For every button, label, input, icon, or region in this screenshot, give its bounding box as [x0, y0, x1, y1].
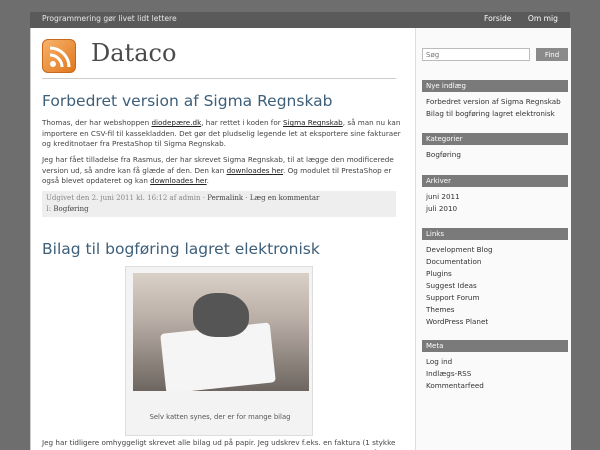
nav-forside[interactable]: Forside [484, 14, 511, 23]
sidebar-heading-categories: Kategorier [422, 133, 568, 145]
recent-post-1[interactable]: Forbedret version af Sigma Regnskab [426, 97, 561, 106]
post-title-1[interactable]: Forbedret version af Sigma Regnskab [42, 92, 332, 110]
sidebar-heading-recent: Nye indlæg [422, 80, 568, 92]
meta-comments-feed[interactable]: Kommentarfeed [426, 381, 484, 390]
recent-post-2[interactable]: Bilag til bogføring lagret elektronisk [426, 109, 555, 118]
sidebar-heading-meta: Meta [422, 340, 568, 352]
permalink-link[interactable]: Permalink [207, 194, 243, 202]
link-wordpress-planet[interactable]: WordPress Planet [426, 317, 488, 326]
post-title-2[interactable]: Bilag til bogføring lagret elektronisk [42, 240, 320, 258]
category-link[interactable]: Bogføring [53, 205, 88, 213]
link-plugins[interactable]: Plugins [426, 269, 452, 278]
rss-icon[interactable] [42, 39, 76, 73]
post-1-paragraph-1: Thomas, der har webshoppen diodepære.dk,… [42, 118, 401, 148]
sidebar: Find Nye indlæg Forbedret version af Sig… [415, 28, 571, 450]
archive-item-2011[interactable]: juni 2011 [426, 192, 460, 201]
sigma-regnskab-link[interactable]: Sigma Regnskab [283, 118, 343, 127]
link-development-blog[interactable]: Development Blog [426, 245, 493, 254]
search-button[interactable]: Find [536, 48, 568, 61]
tagline: Programmering gør livet lidt lettere [42, 14, 177, 23]
sidebar-heading-links: Links [422, 228, 568, 240]
download-link-1[interactable]: downloades her [227, 166, 283, 175]
search-input[interactable] [422, 48, 530, 61]
comment-link[interactable]: Læg en kommentar [250, 194, 320, 202]
header-divider [42, 78, 396, 79]
download-link-2[interactable]: downloades her [150, 176, 206, 185]
top-bar: Programmering gør livet lidt lettere For… [30, 12, 570, 28]
post-1-meta: Udgivet den 2. juni 2011 kl. 16:12 af ad… [42, 191, 396, 217]
meta-login[interactable]: Log ind [426, 357, 452, 366]
cat-photo [133, 273, 309, 391]
nav-om-mig[interactable]: Om mig [528, 14, 558, 23]
post-2-paragraph-1: Jeg har tidligere omhyggeligt skrevet al… [42, 438, 396, 450]
post-2-figure: Selv katten synes, der er for mange bila… [125, 266, 313, 436]
page: Dataco Forbedret version af Sigma Regnsk… [30, 28, 571, 450]
site-title[interactable]: Dataco [91, 39, 176, 67]
category-item-bogforing[interactable]: Bogføring [426, 150, 461, 159]
sidebar-heading-archives: Arkiver [422, 175, 568, 187]
link-support-forum[interactable]: Support Forum [426, 293, 480, 302]
cat [193, 293, 249, 337]
top-nav: Forside Om mig [470, 14, 558, 23]
link-documentation[interactable]: Documentation [426, 257, 481, 266]
archive-item-2010[interactable]: juli 2010 [426, 204, 457, 213]
post-1-paragraph-2: Jeg har fået tilladelse fra Rasmus, der … [42, 155, 394, 185]
link-suggest-ideas[interactable]: Suggest Ideas [426, 281, 477, 290]
link-themes[interactable]: Themes [426, 305, 455, 314]
diodepaere-link[interactable]: diodepære.dk [151, 118, 201, 127]
photo-caption: Selv katten synes, der er for mange bila… [149, 413, 291, 421]
main-content: Dataco Forbedret version af Sigma Regnsk… [31, 28, 413, 450]
meta-posts-rss[interactable]: Indlægs-RSS [426, 369, 471, 378]
